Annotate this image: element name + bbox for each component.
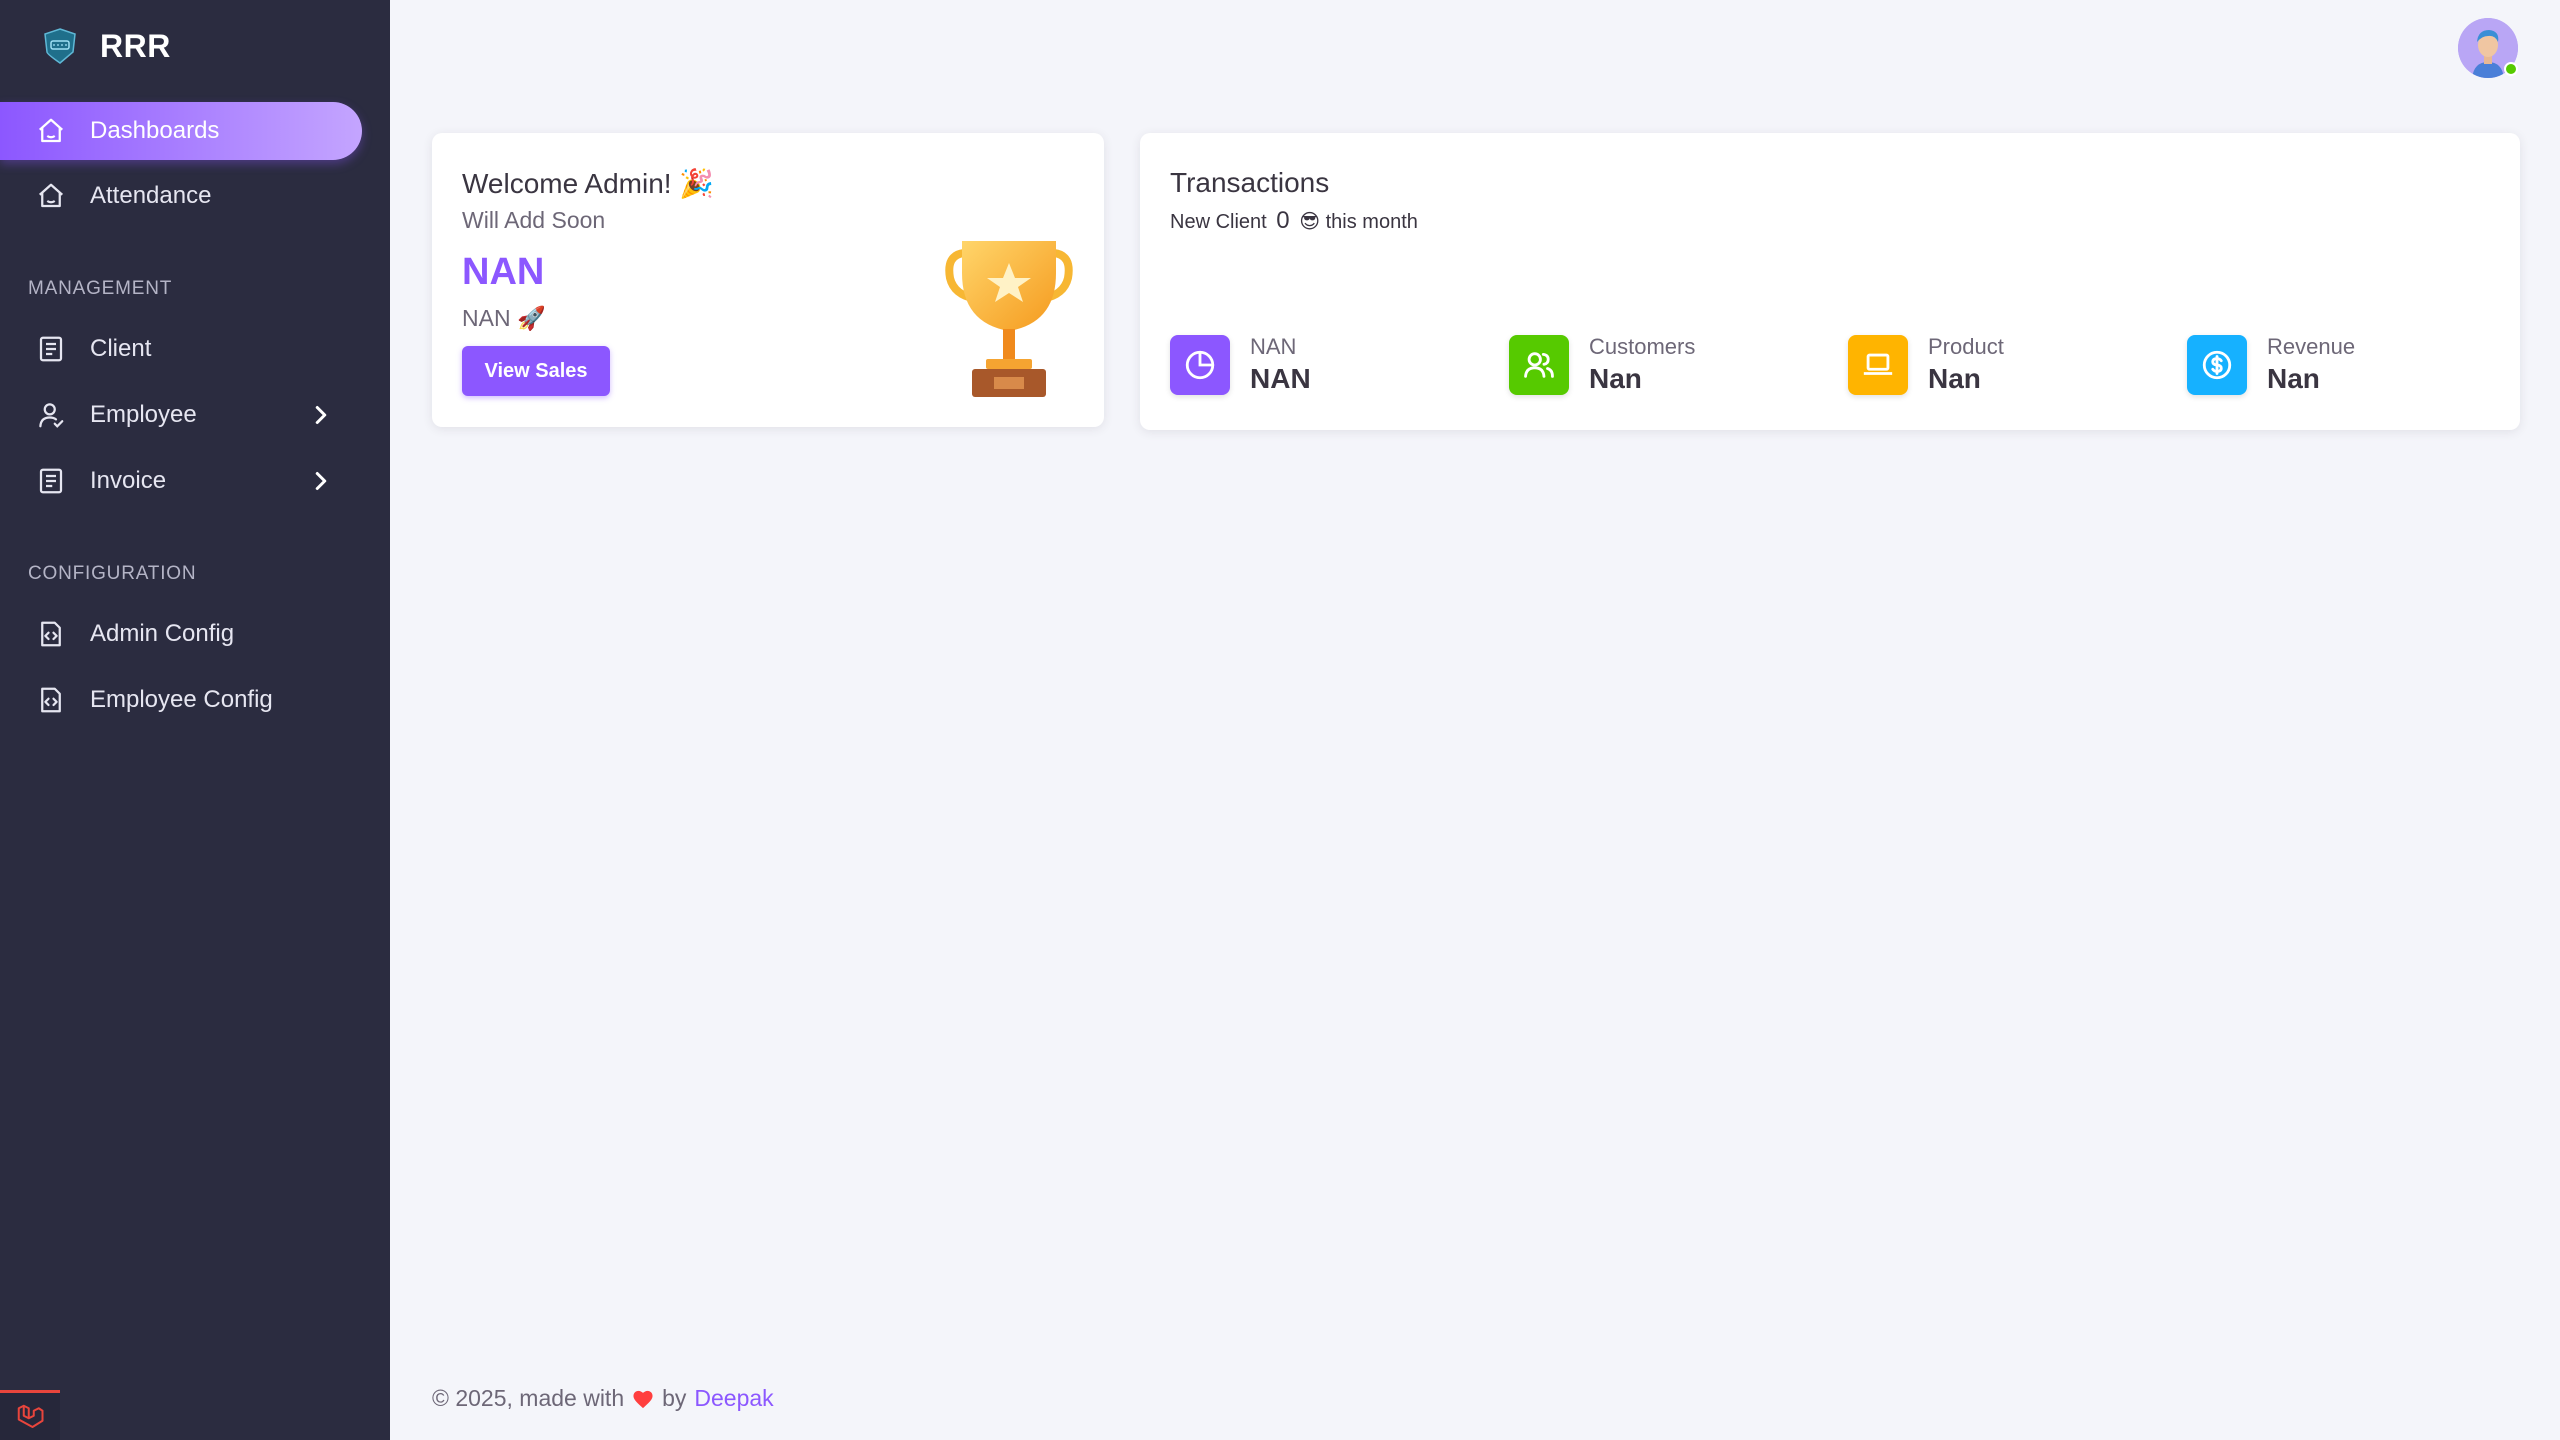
home-icon [36, 116, 66, 146]
stat-value: Nan [1589, 363, 1642, 394]
welcome-subtitle: Will Add Soon [462, 207, 606, 233]
document-icon [36, 334, 66, 364]
brand-name: RRR [100, 27, 171, 64]
code-file-icon [36, 685, 66, 715]
section-label-management: MANAGEMENT [28, 278, 173, 299]
welcome-value: NAN [462, 251, 545, 293]
code-file-icon [36, 619, 66, 649]
sidebar-item-employee[interactable]: Employee [0, 386, 362, 444]
stat-label: NAN [1250, 334, 1297, 359]
trophy-icon [945, 241, 1073, 397]
dollar-circle-icon [2187, 335, 2247, 395]
sidebar: RRR Dashboards Attendance MANAGEMENT Cli… [0, 0, 390, 1440]
footer-text: © 2025, made with [432, 1385, 625, 1411]
stat-label: Product [1928, 334, 2004, 359]
sidebar-item-label: Attendance [90, 182, 212, 209]
chevron-right-icon [315, 472, 327, 490]
footer-by: by [662, 1385, 687, 1411]
footer-author-link[interactable]: Deepak [694, 1385, 773, 1412]
stat-value: Nan [2267, 363, 2320, 394]
welcome-secondary-value: NAN 🚀 [462, 305, 546, 331]
sidebar-item-label: Admin Config [90, 620, 235, 647]
laptop-icon [1848, 335, 1908, 395]
stat-label: Revenue [2267, 334, 2356, 359]
sidebar-item-invoice[interactable]: Invoice [0, 452, 362, 510]
sidebar-item-attendance[interactable]: Attendance [0, 167, 362, 225]
transactions-card: Transactions New Client 0 😎 this month N… [1140, 133, 2520, 430]
online-status-dot [2504, 62, 2518, 76]
sidebar-item-label: Invoice [90, 467, 167, 494]
view-sales-button[interactable]: View Sales [462, 346, 610, 396]
sidebar-item-dashboards[interactable]: Dashboards [0, 102, 362, 160]
user-icon [36, 400, 66, 430]
heart-icon [633, 1390, 653, 1408]
sidebar-item-employee-config[interactable]: Employee Config [0, 671, 362, 729]
sidebar-item-label: Client [90, 335, 152, 362]
subtitle-prefix: New Client [1170, 211, 1267, 233]
laravel-logo-icon[interactable] [0, 1390, 60, 1440]
welcome-title: Welcome Admin! 🎉 [462, 168, 715, 199]
welcome-card: Welcome Admin! 🎉 Will Add Soon NAN NAN 🚀… [432, 133, 1104, 427]
chevron-right-icon [315, 406, 327, 424]
sidebar-item-label: Employee [90, 401, 197, 428]
stat-value: Nan [1928, 363, 1981, 394]
subtitle-emoji: 😎 [1299, 211, 1321, 233]
transactions-subtitle: New Client 0 😎 this month [1170, 207, 1418, 235]
stat-item: NAN NAN [1170, 333, 1311, 397]
sidebar-item-admin-config[interactable]: Admin Config [0, 605, 362, 663]
brand-logo-icon [44, 28, 76, 64]
subtitle-suffix: this month [1325, 211, 1418, 233]
stat-item: Product Nan [1848, 333, 2004, 397]
new-client-count: 0 [1276, 207, 1290, 234]
brand[interactable]: RRR [40, 26, 171, 66]
stat-item: Customers Nan [1509, 333, 1695, 397]
sidebar-item-label: Dashboards [90, 117, 220, 144]
stat-label: Customers [1589, 334, 1696, 359]
section-label-configuration: CONFIGURATION [28, 563, 197, 584]
footer: © 2025, made with by Deepak [432, 1385, 774, 1412]
sidebar-item-client[interactable]: Client [0, 320, 362, 378]
transactions-title: Transactions [1170, 167, 1330, 198]
stat-item: Revenue Nan [2187, 333, 2355, 397]
user-avatar[interactable] [2458, 18, 2518, 78]
stat-value: NAN [1250, 363, 1311, 394]
document-icon [36, 466, 66, 496]
home-icon [36, 181, 66, 211]
sidebar-item-label: Employee Config [90, 686, 273, 713]
pie-chart-icon [1170, 335, 1230, 395]
users-icon [1509, 335, 1569, 395]
